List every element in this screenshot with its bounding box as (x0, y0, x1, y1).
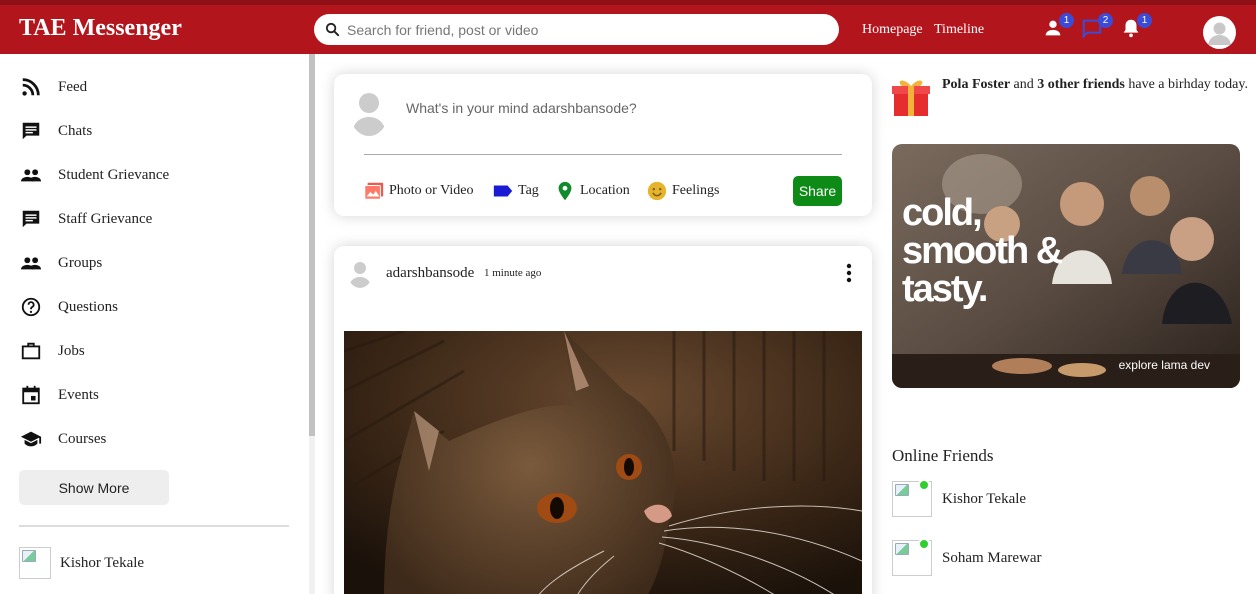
more-vert-icon[interactable] (842, 262, 856, 284)
sidebar-item-chats[interactable]: Chats (20, 119, 92, 143)
post-username[interactable]: adarshbansode (386, 265, 474, 282)
sidebar-item-label: Groups (58, 254, 103, 271)
rss-icon (22, 78, 40, 96)
notifications-badge: 1 (1137, 13, 1152, 28)
online-friend-item[interactable]: Soham Marewar (892, 538, 1042, 576)
birthday-text: Pola Foster and 3 other friends have a b… (942, 77, 1248, 92)
nav-timeline-link[interactable]: Timeline (934, 22, 984, 38)
option-label: Tag (518, 183, 539, 198)
chat-icon (22, 122, 40, 140)
feelings-option[interactable]: Feelings (646, 180, 719, 202)
online-status-dot (918, 538, 930, 550)
profile-avatar[interactable] (1203, 16, 1236, 49)
location-pin-icon (558, 181, 572, 201)
show-more-button[interactable]: Show More (19, 470, 169, 505)
search-icon (325, 22, 340, 37)
friend-requests-badge: 1 (1059, 13, 1074, 28)
photo-video-option[interactable]: Photo or Video (363, 180, 473, 202)
online-friend-name: Kishor Tekale (942, 490, 1027, 507)
online-friend-avatar (892, 479, 932, 517)
sidebar-item-questions[interactable]: Questions (20, 295, 118, 319)
sidebar-item-jobs[interactable]: Jobs (20, 339, 85, 363)
share-divider (364, 154, 842, 155)
birthday-others[interactable]: 3 other friends (1037, 77, 1125, 92)
gift-icon (892, 80, 930, 116)
search-input[interactable] (347, 21, 817, 38)
emoji-icon (647, 181, 667, 201)
post-avatar[interactable] (348, 260, 372, 288)
friend-requests-button[interactable]: 1 (1042, 13, 1074, 43)
sidebar-item-staff-grievance[interactable]: Staff Grievance (20, 207, 152, 231)
sidebar-friend-item[interactable]: Kishor Tekale (19, 547, 144, 579)
briefcase-icon (21, 342, 41, 360)
online-friend-item[interactable]: Kishor Tekale (892, 479, 1027, 517)
nav-homepage-link[interactable]: Homepage (862, 22, 923, 38)
advertisement[interactable]: cold, smooth & tasty. explore lama dev (892, 144, 1240, 388)
sidebar-item-events[interactable]: Events (20, 383, 99, 407)
top-bar: TAE Messenger Homepage Timeline 1 2 1 (0, 0, 1256, 54)
friend-avatar (19, 547, 51, 579)
friend-name: Kishor Tekale (60, 554, 145, 571)
share-box: Photo or Video Tag Location Feelings Sha… (334, 74, 872, 216)
group-icon (20, 257, 42, 270)
share-button[interactable]: Share (793, 176, 842, 206)
sidebar-item-label: Staff Grievance (58, 210, 153, 227)
photo-icon (364, 182, 384, 200)
share-input[interactable] (406, 100, 806, 116)
sidebar-item-label: Feed (58, 78, 88, 95)
sidebar-item-label: Courses (58, 430, 107, 447)
sidebar-divider (19, 525, 289, 527)
post-card: adarshbansode 1 minute ago (334, 246, 872, 594)
search-bar[interactable] (314, 14, 839, 45)
sidebar-item-label: Questions (58, 298, 118, 315)
ad-headline: cold, smooth & tasty. (902, 192, 1063, 310)
label-icon (493, 185, 513, 197)
post-timestamp: 1 minute ago (484, 267, 542, 279)
graduation-cap-icon (20, 431, 42, 447)
tag-option[interactable]: Tag (492, 180, 539, 202)
group-icon (20, 169, 42, 182)
sidebar-item-groups[interactable]: Groups (20, 251, 102, 275)
sidebar-item-label: Events (58, 386, 99, 403)
option-label: Feelings (672, 183, 720, 198)
messages-button[interactable]: 2 (1081, 13, 1113, 43)
sidebar-item-label: Student Grievance (58, 166, 170, 183)
help-circle-icon (21, 297, 41, 317)
sidebar-item-courses[interactable]: Courses (20, 427, 106, 451)
user-avatar-icon (350, 90, 388, 136)
sidebar-item-feed[interactable]: Feed (20, 75, 87, 99)
messages-badge: 2 (1098, 13, 1113, 28)
sidebar-scrollbar-thumb[interactable] (309, 54, 315, 436)
calendar-icon (22, 385, 40, 405)
app-logo[interactable]: TAE Messenger (19, 15, 182, 42)
online-friend-avatar (892, 538, 932, 576)
option-label: Location (580, 183, 630, 198)
sidebar-item-student-grievance[interactable]: Student Grievance (20, 163, 169, 187)
user-avatar-icon (1208, 22, 1231, 45)
location-option[interactable]: Location (554, 180, 630, 202)
online-friends-title: Online Friends (892, 446, 994, 465)
online-status-dot (918, 479, 930, 491)
birthday-name[interactable]: Pola Foster (942, 77, 1010, 92)
sidebar-item-label: Chats (58, 122, 93, 139)
chat-icon (22, 210, 40, 228)
ad-footer: explore lama dev (1118, 358, 1210, 372)
left-sidebar: Feed Chats Student Grievance Staff Griev… (0, 54, 310, 594)
sidebar-item-label: Jobs (58, 342, 85, 359)
notifications-button[interactable]: 1 (1120, 13, 1152, 43)
option-label: Photo or Video (389, 183, 474, 198)
online-friend-name: Soham Marewar (942, 549, 1042, 566)
post-image (344, 331, 862, 594)
